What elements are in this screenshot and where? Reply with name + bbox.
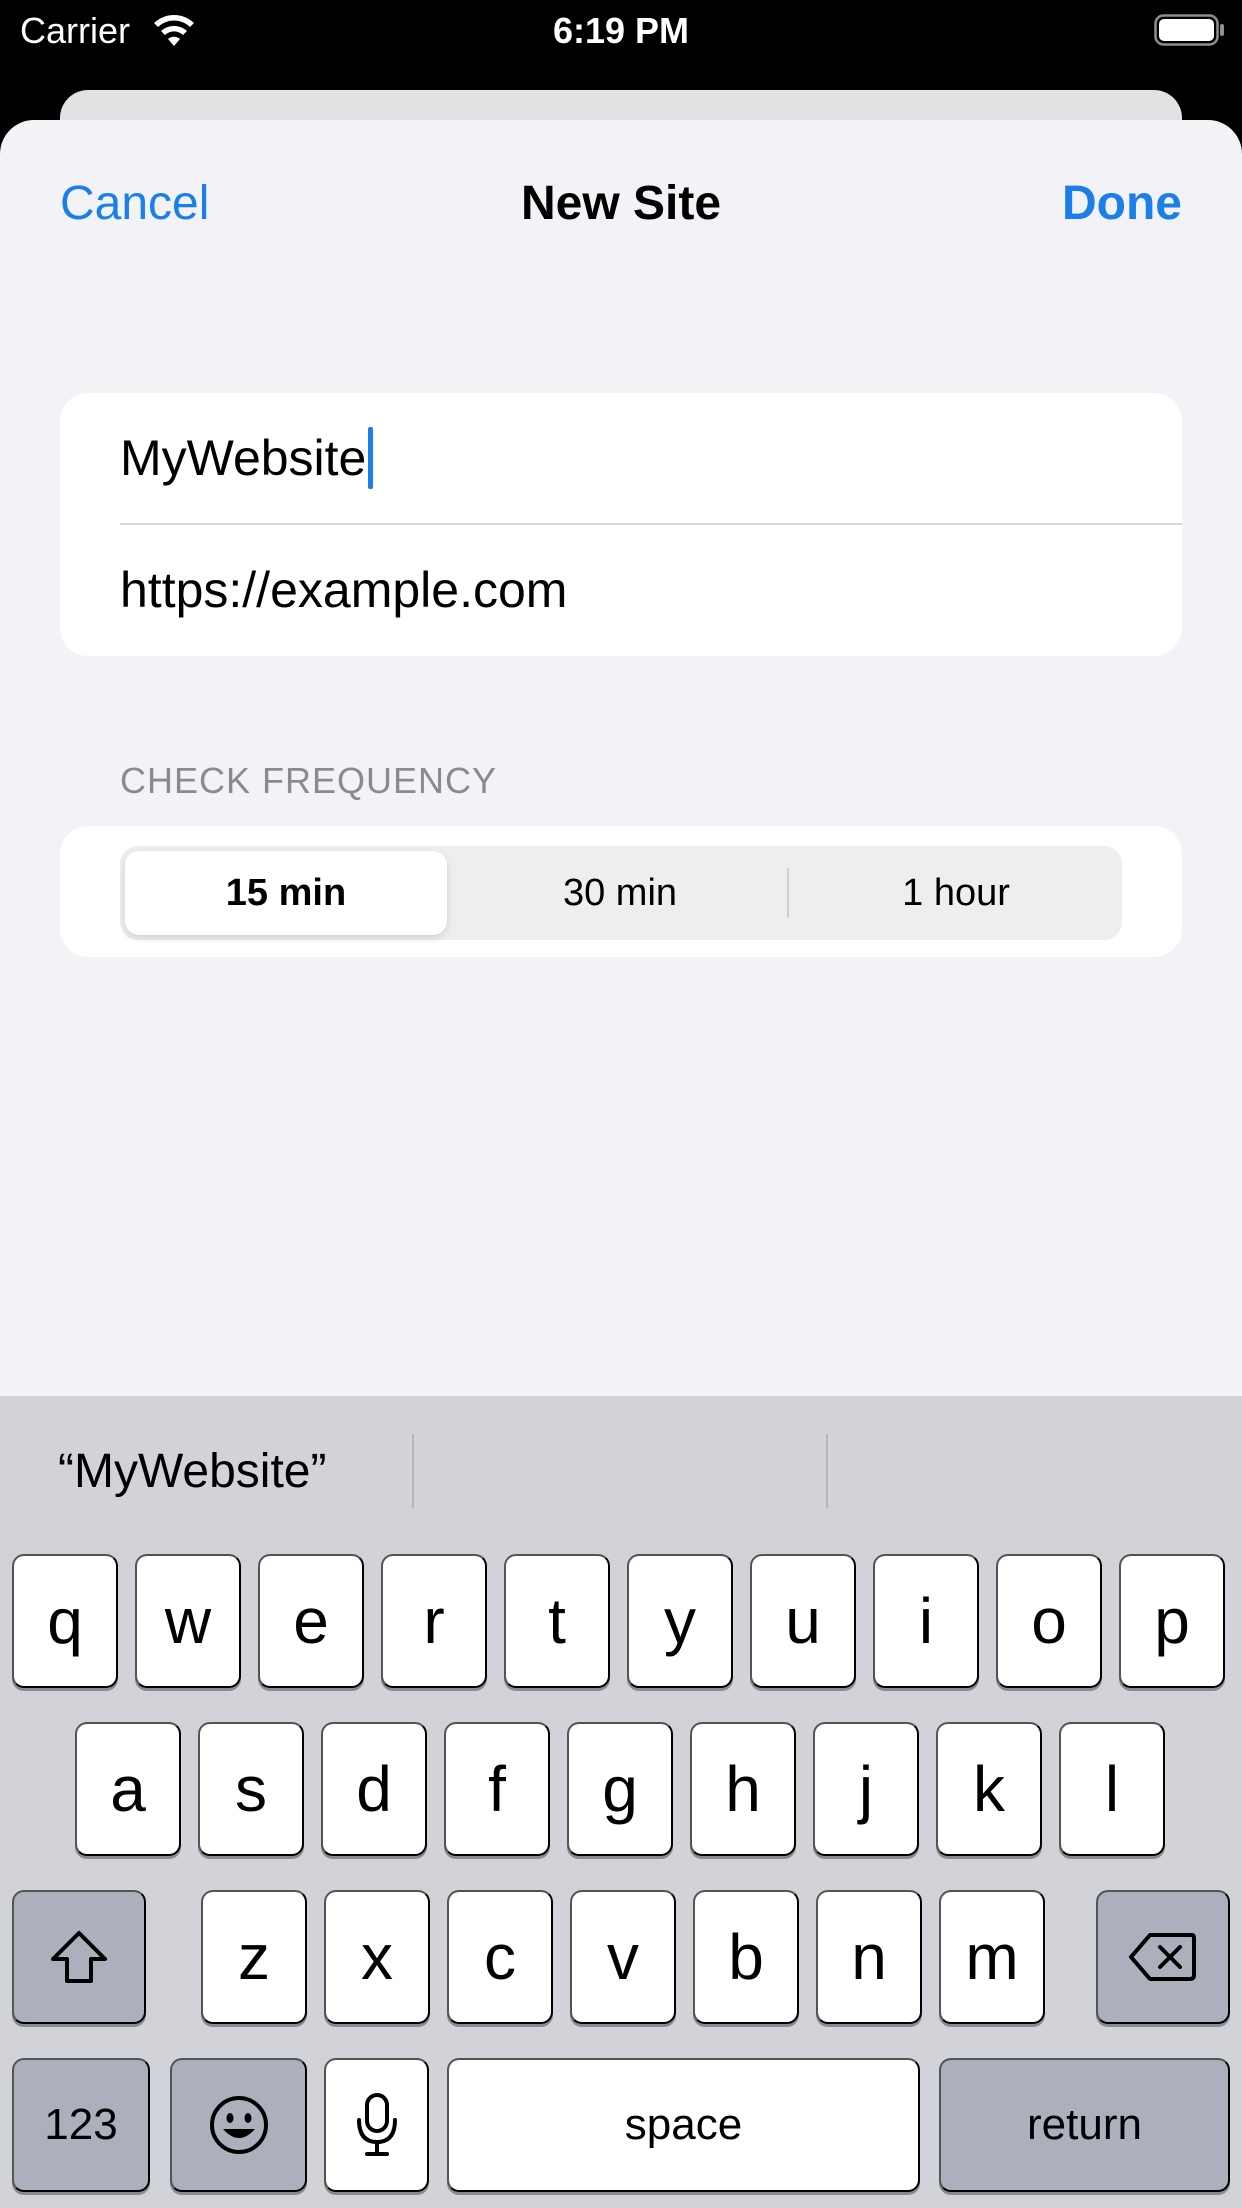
key-j[interactable]: j [813,1722,919,1856]
key-m[interactable]: m [939,1890,1045,2024]
key-v[interactable]: v [570,1890,676,2024]
site-name-value: MyWebsite [120,430,367,486]
key-u[interactable]: u [750,1554,856,1688]
key-n[interactable]: n [816,1890,922,2024]
cancel-button[interactable]: Cancel [60,176,209,231]
key-k[interactable]: k [936,1722,1042,1856]
key-z[interactable]: z [201,1890,307,2024]
suggestion-item[interactable]: “MyWebsite” [58,1426,326,1516]
key-e[interactable]: e [258,1554,364,1688]
key-o[interactable]: o [996,1554,1102,1688]
site-url-field[interactable]: https://example.com [120,525,1182,655]
key-i[interactable]: i [873,1554,979,1688]
backspace-icon [1128,1931,1198,1983]
check-frequency-header: CHECK FREQUENCY [120,760,498,801]
status-time: 6:19 PM [552,10,690,51]
dictation-key[interactable] [324,2058,429,2192]
emoji-icon [207,2093,271,2157]
backspace-key[interactable] [1096,1890,1230,2024]
key-l[interactable]: l [1059,1722,1165,1856]
key-x[interactable]: x [324,1890,430,2024]
site-form: MyWebsite https://example.com [60,393,1182,656]
key-w[interactable]: w [135,1554,241,1688]
key-b[interactable]: b [693,1890,799,2024]
key-t[interactable]: t [504,1554,610,1688]
key-c[interactable]: c [447,1890,553,2024]
key-r[interactable]: r [381,1554,487,1688]
key-s[interactable]: s [198,1722,304,1856]
emoji-key[interactable] [170,2058,307,2192]
space-key[interactable]: space [447,2058,920,2192]
shift-key[interactable] [12,1890,146,2024]
battery-icon [1154,14,1226,46]
key-a[interactable]: a [75,1722,181,1856]
segment-15-min[interactable]: 15 min [125,851,447,935]
suggestion-divider [412,1434,414,1508]
done-button[interactable]: Done [1062,176,1182,231]
numbers-key[interactable]: 123 [12,2058,150,2192]
status-bar: Carrier 6:19 PM [0,0,1242,62]
key-g[interactable]: g [567,1722,673,1856]
text-caret [368,427,374,489]
key-q[interactable]: q [12,1554,118,1688]
key-d[interactable]: d [321,1722,427,1856]
segment-30-min[interactable]: 30 min [459,851,781,935]
microphone-icon [355,2092,399,2158]
segment-divider [787,868,789,918]
keyboard: “MyWebsite” qwertyuiop asdfghjkl zxcvbnm… [0,1396,1242,2208]
shift-icon [47,1927,111,1987]
key-p[interactable]: p [1119,1554,1225,1688]
suggestion-bar: “MyWebsite” [0,1396,1242,1546]
frequency-group: 15 min 30 min 1 hour [60,826,1182,957]
site-url-value: https://example.com [120,562,568,618]
site-name-field[interactable]: MyWebsite [120,393,1182,523]
suggestion-divider [826,1434,828,1508]
frequency-segmented-control: 15 min 30 min 1 hour [120,846,1122,940]
key-h[interactable]: h [690,1722,796,1856]
segment-1-hour[interactable]: 1 hour [795,851,1117,935]
return-key[interactable]: return [939,2058,1230,2192]
key-y[interactable]: y [627,1554,733,1688]
key-f[interactable]: f [444,1722,550,1856]
